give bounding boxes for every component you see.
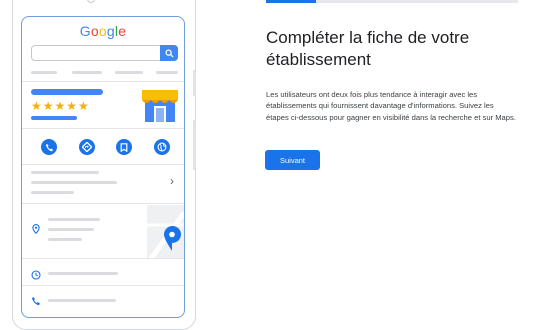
placeholder-line (31, 181, 117, 184)
placeholder-line (115, 71, 143, 74)
placeholder-line (72, 71, 102, 74)
logo-letter: G (79, 23, 91, 39)
phone-side-button (193, 120, 196, 170)
placeholder-line (31, 71, 57, 74)
placeholder-line (48, 238, 82, 241)
logo-letter: o (90, 23, 99, 39)
rating-stars: ★★★★★ (31, 99, 90, 113)
placeholder-line (48, 228, 94, 231)
phone-side-button (193, 70, 196, 96)
bookmark-icon (116, 139, 132, 155)
camera-icon (87, 0, 95, 3)
placeholder-line (31, 191, 74, 194)
storefront-icon (142, 90, 178, 129)
divider (22, 164, 184, 165)
placeholder-line (31, 171, 99, 174)
location-pin-icon (32, 221, 40, 239)
logo-letter: o (98, 23, 107, 39)
directions-icon (79, 139, 95, 155)
chevron-right-icon: › (170, 174, 174, 188)
divider (22, 203, 184, 204)
preview-search-bar (31, 45, 178, 61)
map-thumbnail (147, 205, 184, 258)
phone-icon (31, 293, 41, 311)
placeholder-line (48, 299, 116, 302)
search-icon (160, 45, 178, 61)
phone-screen: Google ★★★★★ › (21, 16, 185, 318)
divider (22, 258, 184, 259)
divider (22, 128, 184, 129)
clock-icon (31, 267, 41, 285)
business-name-placeholder (31, 89, 103, 95)
placeholder-line (48, 272, 118, 275)
business-category-placeholder (31, 116, 77, 120)
google-logo: Google (22, 23, 184, 39)
phone-icon (41, 139, 57, 155)
progress-fill (266, 0, 317, 3)
divider (22, 81, 184, 82)
next-button[interactable]: Suivant (265, 150, 320, 170)
website-icon (154, 139, 170, 155)
page-title: Compléter la fiche de votre établissemen… (266, 28, 470, 69)
divider (22, 285, 184, 286)
placeholder-line (48, 218, 100, 221)
placeholder-line (156, 71, 178, 74)
logo-letter: g (106, 23, 115, 39)
page-description: Les utilisateurs ont deux fois plus tend… (266, 90, 516, 122)
logo-letter: e (118, 23, 127, 39)
